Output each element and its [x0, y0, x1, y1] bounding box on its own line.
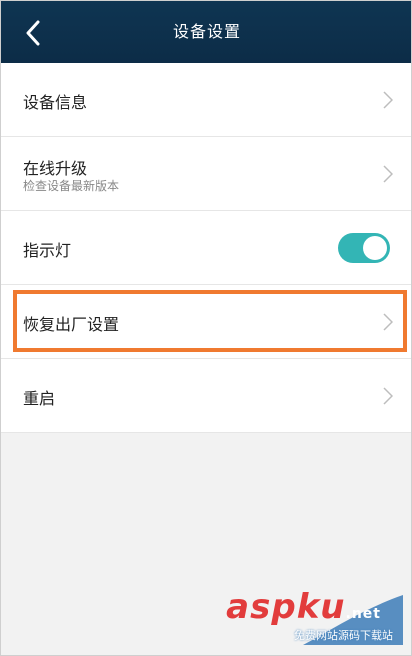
chevron-right-icon	[383, 165, 393, 183]
watermark-brand: aspku.net	[226, 587, 381, 627]
settings-item-device-info[interactable]: 设备信息	[1, 63, 411, 137]
chevron-right-icon	[383, 313, 393, 331]
settings-item-label: 恢复出厂设置	[23, 315, 120, 334]
chevron-right-icon	[383, 91, 393, 109]
settings-item-restart[interactable]: 重启	[1, 359, 411, 433]
watermark: aspku.net 免费网站源码下载站	[226, 587, 403, 645]
settings-item-label: 指示灯	[23, 241, 72, 260]
settings-item-label: 重启	[23, 389, 56, 408]
settings-item-label: 在线升级	[23, 159, 88, 178]
settings-list: 设备信息 在线升级 检查设备最新版本 指示灯 恢复出厂设置 重启	[1, 63, 411, 433]
nav-header: 设备设置	[1, 1, 411, 63]
toggle-knob	[363, 236, 387, 260]
indicator-light-toggle[interactable]	[338, 233, 390, 263]
watermark-tagline: 免费网站源码下载站	[294, 629, 393, 642]
page-title: 设备设置	[172, 22, 241, 41]
app-window: 设备设置 设备信息 在线升级 检查设备最新版本 指示灯 恢复出厂设置 重启 as…	[0, 0, 412, 656]
settings-item-label: 设备信息	[23, 93, 88, 112]
settings-item-factory-reset[interactable]: 恢复出厂设置	[1, 285, 411, 359]
chevron-right-icon	[383, 387, 393, 405]
settings-item-indicator-light: 指示灯	[1, 211, 411, 285]
settings-item-online-upgrade[interactable]: 在线升级 检查设备最新版本	[1, 137, 411, 211]
settings-item-subtitle: 检查设备最新版本	[23, 179, 120, 193]
